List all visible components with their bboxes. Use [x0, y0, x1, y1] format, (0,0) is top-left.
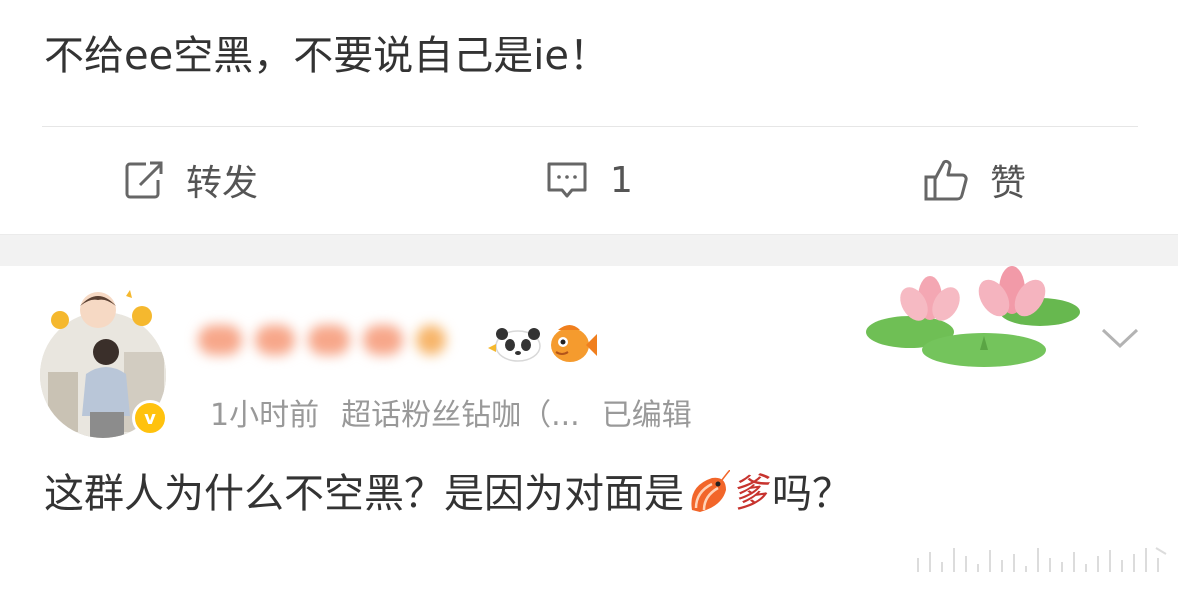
repost-icon	[122, 158, 166, 202]
emoji-dad-char: 爹	[729, 470, 771, 517]
repost-label: 转发	[186, 163, 259, 204]
avatar-decoration-icon	[51, 290, 152, 329]
verified-v-badge: v	[132, 400, 168, 436]
thumbs-up-icon	[922, 157, 970, 203]
action-bar: 转发 1 赞	[0, 128, 1178, 232]
commenter-avatar-group[interactable]: v	[40, 286, 172, 438]
comment-meta: 1小时前 超话粉丝钻咖（... 已编辑	[210, 390, 692, 434]
comment-text-before: 这群人为什么不空黑？是因为对面是	[44, 471, 684, 517]
comment-count: 1	[610, 159, 633, 201]
fan-tag[interactable]: 超话粉丝钻咖（...	[341, 390, 580, 434]
comment-time: 1小时前	[210, 398, 320, 433]
panda-badge-icon	[488, 328, 541, 362]
comment-button[interactable]: 1	[544, 154, 633, 206]
fish-badge-icon	[551, 325, 597, 362]
like-label: 赞	[990, 163, 1027, 204]
comment-text-after: 吗？	[772, 471, 853, 517]
lotus-decoration	[866, 266, 1080, 367]
watermark-stripes	[917, 547, 1167, 572]
divider	[42, 126, 1138, 127]
edited-label: 已编辑	[601, 398, 692, 433]
shrimp-emoji	[691, 470, 730, 512]
like-button[interactable]: 赞	[922, 154, 1026, 206]
post-text: 不给ee空黑，不要说自己是ie！	[44, 33, 609, 79]
chevron-down-icon[interactable]	[1100, 326, 1140, 350]
username-blurred[interactable]	[198, 318, 488, 362]
repost-button[interactable]: 转发	[122, 154, 258, 206]
comment-text: 这群人为什么不空黑？是因为对面是 爹 吗？	[44, 466, 852, 522]
comment-icon	[544, 158, 590, 202]
